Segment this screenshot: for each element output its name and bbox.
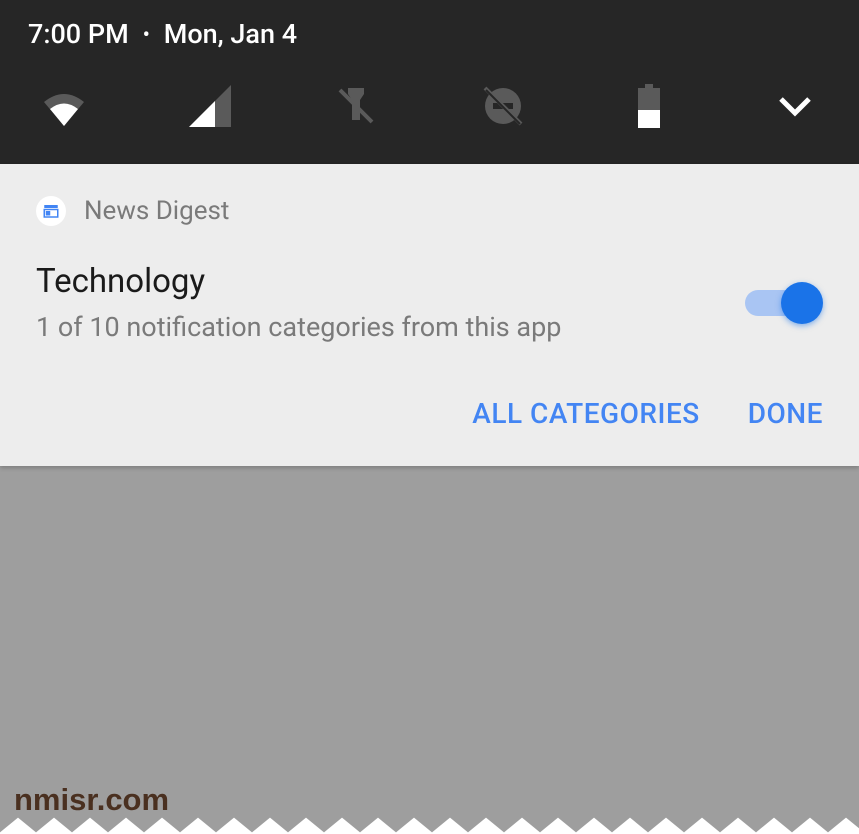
status-time: 7:00 PM xyxy=(28,18,129,50)
wifi-icon[interactable] xyxy=(30,72,98,140)
flashlight-off-icon[interactable] xyxy=(322,72,390,140)
notification-actions: ALL CATEGORIES DONE xyxy=(36,397,823,430)
notification-header: News Digest xyxy=(36,196,823,226)
status-separator: • xyxy=(143,22,150,46)
watermark-text: nmisr.com xyxy=(14,782,169,818)
app-name-label: News Digest xyxy=(84,196,229,226)
notification-text: Technology 1 of 10 notification categori… xyxy=(36,262,745,343)
notification-card: News Digest Technology 1 of 10 notificat… xyxy=(0,164,859,466)
status-bar: 7:00 PM • Mon, Jan 4 xyxy=(0,0,859,164)
do-not-disturb-off-icon[interactable] xyxy=(469,72,537,140)
app-icon xyxy=(36,196,66,226)
status-top-row: 7:00 PM • Mon, Jan 4 xyxy=(0,0,859,60)
battery-icon[interactable] xyxy=(615,72,683,140)
zigzag-border xyxy=(0,816,859,834)
notification-subtitle: 1 of 10 notification categories from thi… xyxy=(36,311,745,343)
cell-signal-icon[interactable] xyxy=(176,72,244,140)
notification-body: Technology 1 of 10 notification categori… xyxy=(36,262,823,343)
done-button[interactable]: DONE xyxy=(748,397,823,430)
notification-title: Technology xyxy=(36,262,745,301)
quick-settings-row xyxy=(0,60,859,140)
all-categories-button[interactable]: ALL CATEGORIES xyxy=(472,397,699,430)
toggle-thumb xyxy=(781,282,823,324)
category-toggle[interactable] xyxy=(745,282,823,324)
expand-icon[interactable] xyxy=(761,72,829,140)
status-date: Mon, Jan 4 xyxy=(164,18,297,50)
